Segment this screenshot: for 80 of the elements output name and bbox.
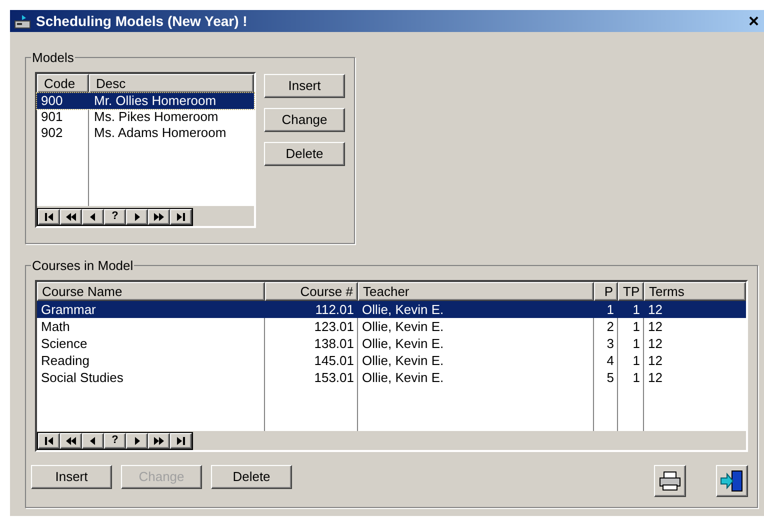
- print-button[interactable]: [654, 464, 686, 496]
- table-cell-text: 12: [647, 300, 664, 318]
- group-title: Courses in Model: [31, 257, 134, 275]
- table-cell-text: 1: [632, 300, 641, 318]
- action-button[interactable]: Change: [264, 108, 345, 132]
- table-row[interactable]: Science 138.01 Ollie, Kevin E. 3 1 12: [37, 334, 746, 352]
- column-header[interactable]: TP: [618, 282, 644, 300]
- next-icon[interactable]: [126, 432, 148, 448]
- table-cell-text: 1: [632, 352, 641, 368]
- table-cell-text: 12: [647, 352, 664, 368]
- fast-forward-icon[interactable]: [148, 208, 170, 224]
- help-button[interactable]: ?: [104, 208, 126, 224]
- table-row[interactable]: Reading 145.01 Ollie, Kevin E. 4 1 12: [37, 352, 746, 368]
- table-cell-text: 3: [606, 334, 615, 352]
- table-row[interactable]: Social Studies 153.01 Ollie, Kevin E. 5 1 12: [37, 368, 746, 386]
- column-header[interactable]: P: [594, 282, 618, 300]
- table-cell-text: Math: [40, 318, 71, 334]
- table-cell-text: Social Studies: [40, 368, 124, 386]
- table-cell-text: Science: [40, 334, 88, 352]
- table-row[interactable]: 901 Ms. Pikes Homeroom: [37, 108, 254, 124]
- column-header[interactable]: Desc: [89, 74, 254, 92]
- action-button[interactable]: Delete: [211, 464, 292, 488]
- table-cell-text: 902: [40, 124, 64, 140]
- table-row[interactable]: 900 Mr. Ollies Homeroom: [37, 92, 254, 108]
- table-cell-text: Mr. Ollies Homeroom: [93, 92, 218, 108]
- app-icon: [14, 13, 32, 29]
- table-cell-text: 1: [606, 300, 615, 318]
- table-cell-text: Ollie, Kevin E.: [361, 334, 445, 352]
- table-cell-text: Ms. Pikes Homeroom: [93, 108, 220, 124]
- table-cell-text: 153.01: [313, 368, 355, 386]
- first-record-icon[interactable]: [38, 208, 60, 224]
- window-title: Scheduling Models (New Year) !: [36, 12, 248, 31]
- fast-forward-icon[interactable]: [148, 432, 170, 448]
- table-cell-text: Grammar: [40, 300, 97, 318]
- table-cell-text: 138.01: [313, 334, 355, 352]
- printer-icon: [659, 470, 681, 490]
- action-button[interactable]: Insert: [31, 464, 112, 488]
- table-cell-text: 1: [632, 368, 641, 386]
- table-cell-text: Ollie, Kevin E.: [361, 368, 445, 386]
- rewind-icon[interactable]: [60, 432, 82, 448]
- table-cell-text: Ollie, Kevin E.: [361, 318, 445, 334]
- table-cell-text: 901: [40, 108, 64, 124]
- first-record-icon[interactable]: [38, 432, 60, 448]
- table-row[interactable]: 902 Ms. Adams Homeroom: [37, 124, 254, 140]
- action-button[interactable]: Delete: [264, 142, 345, 166]
- table-cell-text: 145.01: [313, 352, 355, 368]
- table-cell-text: 2: [606, 318, 615, 334]
- table-cell-text: 5: [606, 368, 615, 386]
- table-cell-text: Ollie, Kevin E.: [361, 352, 445, 368]
- group-title: Models: [31, 49, 75, 67]
- previous-icon[interactable]: [82, 208, 104, 224]
- column-header[interactable]: Course #: [265, 282, 358, 300]
- column-header[interactable]: Teacher: [358, 282, 594, 300]
- table-cell-text: 4: [606, 352, 615, 368]
- column-header[interactable]: Code: [37, 74, 89, 92]
- column-header[interactable]: Terms: [644, 282, 746, 300]
- table-cell-text: 12: [647, 318, 664, 334]
- table-cell-text: 1: [632, 318, 641, 334]
- table-cell-text: 900: [40, 92, 64, 108]
- table-cell-text: 12: [647, 334, 664, 352]
- action-button[interactable]: Insert: [264, 74, 345, 98]
- table-row[interactable]: Grammar 112.01 Ollie, Kevin E. 1 1 12: [37, 300, 746, 318]
- table-cell-text: 112.01: [314, 300, 355, 318]
- table-cell-text: Ollie, Kevin E.: [361, 300, 445, 318]
- table-cell-text: Reading: [40, 352, 90, 368]
- exit-door-icon: [720, 468, 744, 492]
- table-cell-text: 1: [632, 334, 641, 352]
- exit-button[interactable]: [716, 464, 748, 496]
- table-cell-text: Ms. Adams Homeroom: [93, 124, 228, 140]
- previous-icon[interactable]: [82, 432, 104, 448]
- rewind-icon[interactable]: [60, 208, 82, 224]
- last-record-icon[interactable]: [170, 208, 192, 224]
- close-button[interactable]: ×: [748, 12, 759, 30]
- table-row[interactable]: Math 123.01 Ollie, Kevin E. 2 1 12: [37, 318, 746, 334]
- help-button[interactable]: ?: [104, 432, 126, 448]
- next-icon[interactable]: [126, 208, 148, 224]
- last-record-icon[interactable]: [170, 432, 192, 448]
- table-cell-text: 123.01: [313, 318, 355, 334]
- table-cell-text: 12: [647, 368, 664, 386]
- column-header[interactable]: Course Name: [37, 282, 265, 300]
